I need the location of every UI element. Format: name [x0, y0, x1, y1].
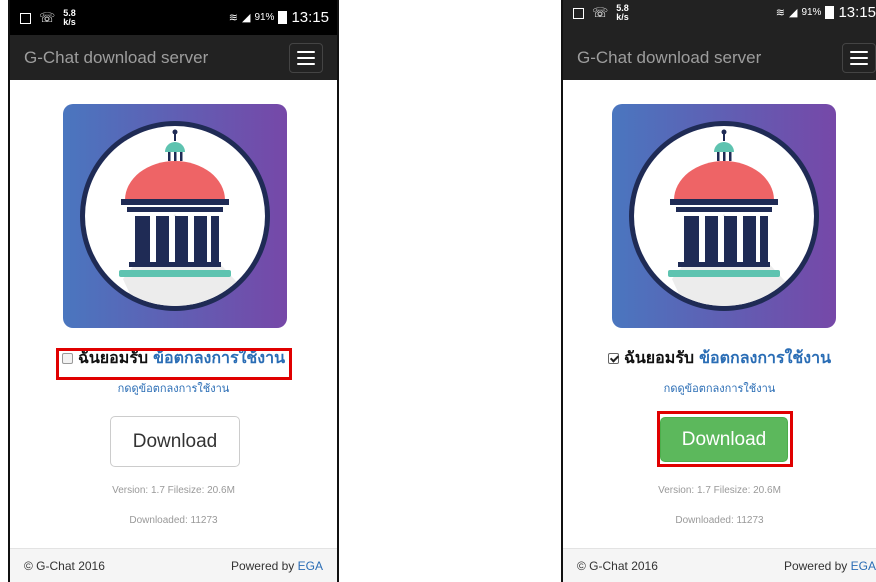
- navbar-brand[interactable]: G-Chat download server: [24, 48, 208, 68]
- status-bar: ☏ 5.8 k/s ≋ ◢ 91% 13:15: [563, 0, 876, 35]
- battery-percent: 91%: [801, 7, 822, 18]
- main-content: ฉันยอมรับ ข้อตกลงการใช้งาน กดดูข้อตกลงกา…: [10, 80, 337, 548]
- hamburger-menu-icon[interactable]: [289, 42, 323, 73]
- navbar-brand[interactable]: G-Chat download server: [577, 48, 761, 68]
- terms-acceptance-row: ฉันยอมรับ ข้อตกลงการใช้งาน: [563, 346, 876, 371]
- phone-screen-unchecked: ☏ 5.8 k/s ≋ ◢ 91% 13:15 G-Chat download s…: [8, 0, 339, 582]
- download-button-enabled[interactable]: Download: [660, 417, 788, 462]
- clock: 13:15: [291, 9, 329, 26]
- status-bar: ☏ 5.8 k/s ≋ ◢ 91% 13:15: [10, 0, 337, 35]
- navbar: G-Chat download server: [10, 35, 337, 80]
- app-logo: [63, 104, 287, 328]
- wifi-icon: ≋: [775, 7, 785, 19]
- powered-by: Powered by EGA: [783, 558, 876, 573]
- copyright-text: © G-Chat 2016: [577, 558, 658, 573]
- wifi-icon: ≋: [228, 12, 238, 24]
- highlight-box-terms: [56, 348, 292, 380]
- hamburger-menu-icon[interactable]: [842, 42, 876, 73]
- network-speed: 5.8 k/s: [63, 8, 76, 27]
- view-terms-link[interactable]: กดดูข้อตกลงการใช้งาน: [10, 379, 337, 397]
- battery-percent: 91%: [254, 12, 275, 23]
- app-logo: [612, 104, 836, 328]
- download-count: Downloaded: 11273: [129, 515, 218, 526]
- signal-icon: ◢: [788, 7, 798, 19]
- download-count: Downloaded: 11273: [675, 515, 764, 526]
- terms-checkbox-checked[interactable]: [607, 353, 619, 364]
- powered-by: Powered by EGA: [230, 558, 323, 573]
- clock: 13:15: [838, 4, 876, 21]
- ega-link[interactable]: EGA: [298, 559, 323, 573]
- footer: © G-Chat 2016 Powered by EGA: [10, 548, 337, 582]
- terms-link[interactable]: ข้อตกลงการใช้งาน: [699, 346, 831, 371]
- phone-screen-checked: ☏ 5.8 k/s ≋ ◢ 91% 13:15 G-Chat download s…: [561, 0, 876, 582]
- call-notification-icon: ☏: [592, 5, 609, 20]
- navbar: G-Chat download server: [563, 35, 876, 80]
- download-button-disabled[interactable]: Download: [110, 416, 240, 467]
- battery-icon: [825, 6, 835, 19]
- call-notification-icon: ☏: [39, 10, 56, 25]
- signal-icon: ◢: [241, 12, 251, 24]
- copyright-text: © G-Chat 2016: [24, 558, 105, 573]
- version-info: Version: 1.7 Filesize: 20.6M: [112, 485, 235, 496]
- network-speed: 5.8 k/s: [616, 3, 629, 22]
- battery-icon: [278, 11, 288, 24]
- ega-link[interactable]: EGA: [851, 559, 876, 573]
- view-terms-link[interactable]: กดดูข้อตกลงการใช้งาน: [563, 379, 876, 397]
- gallery-notification-icon: [20, 12, 31, 24]
- gallery-notification-icon: [573, 7, 584, 19]
- footer: © G-Chat 2016 Powered by EGA: [563, 548, 876, 582]
- government-building-icon: [63, 104, 287, 328]
- government-building-icon: [612, 104, 836, 328]
- version-info: Version: 1.7 Filesize: 20.6M: [658, 485, 781, 496]
- accept-label: ฉันยอมรับ: [623, 350, 695, 367]
- main-content: ฉันยอมรับ ข้อตกลงการใช้งาน กดดูข้อตกลงกา…: [563, 80, 876, 548]
